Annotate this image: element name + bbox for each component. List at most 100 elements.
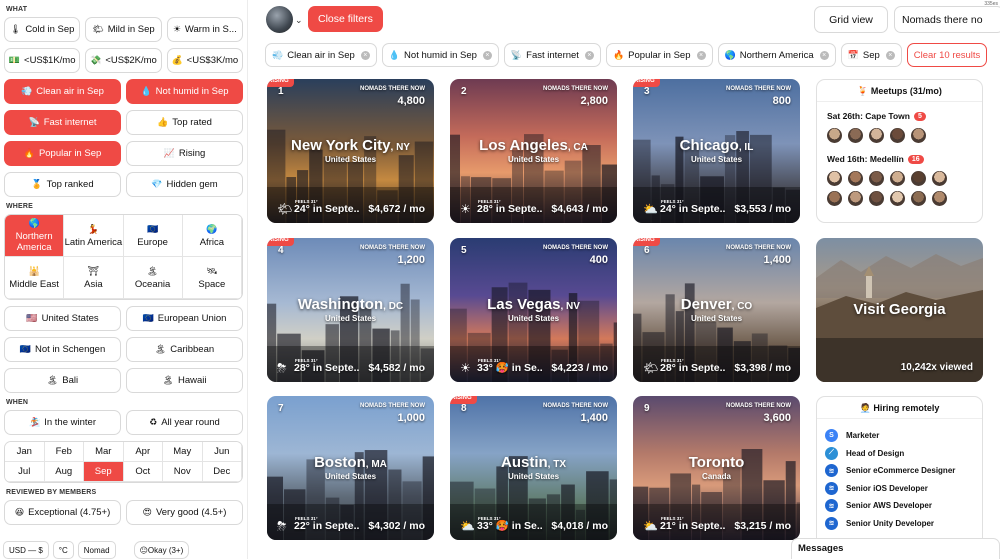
- month-mar[interactable]: Mar: [84, 442, 124, 462]
- city-card-denver[interactable]: RISING 6 NOMADS THERE NOW 1,400 Denver, CO Un…: [633, 238, 800, 382]
- region-europe[interactable]: 🇪🇺 Europe: [123, 215, 183, 257]
- job-listing[interactable]: ≋ Senior iOS Developer: [817, 480, 982, 498]
- meetup-event[interactable]: Wed 16th: Medellín 16: [817, 151, 982, 167]
- avatar[interactable]: [911, 191, 926, 206]
- filter-hidden-gem-button[interactable]: 💎 Hidden gem: [126, 172, 243, 197]
- avatar[interactable]: [911, 171, 926, 186]
- avatar[interactable]: [890, 171, 905, 186]
- filter-mild-in-sep-button[interactable]: 🌤 Mild in Sep: [85, 17, 162, 42]
- city-card-chicago[interactable]: RISING 3 NOMADS THERE NOW 800 Chicago, IL Uni…: [633, 79, 800, 223]
- filter-very-good-4-5-button[interactable]: 😍 Very good (4.5+): [126, 500, 243, 525]
- filter-bali-button[interactable]: 🏝 Bali: [4, 368, 121, 393]
- filter-fast-internet-button[interactable]: 📡 Fast internet: [4, 110, 121, 135]
- month-feb[interactable]: Feb: [44, 442, 84, 462]
- avatar[interactable]: [848, 171, 863, 186]
- filter-us-2k-mo-button[interactable]: 💸 <US$2K/mo: [85, 48, 162, 73]
- avatar[interactable]: [932, 171, 947, 186]
- job-listing[interactable]: S Marketer: [817, 427, 982, 445]
- filter-caribbean-button[interactable]: 🏝 Caribbean: [126, 337, 243, 362]
- close-icon[interactable]: ×: [584, 50, 594, 60]
- filter-chip[interactable]: 📅 Sep ×: [840, 43, 902, 67]
- role-selector[interactable]: Nomad: [77, 541, 116, 559]
- month-sep[interactable]: Sep: [84, 462, 124, 482]
- filter-cold-in-sep-button[interactable]: 🌡 Cold in Sep: [4, 17, 81, 42]
- filter-in-the-winter-button[interactable]: 🏂 In the winter: [4, 410, 121, 435]
- avatar[interactable]: [911, 128, 926, 143]
- currency-selector[interactable]: USD — $: [3, 541, 49, 559]
- city-card-austin[interactable]: RISING 8 NOMADS THERE NOW 1,400 Austin, TX Un…: [450, 396, 617, 540]
- avatar[interactable]: [890, 128, 905, 143]
- okay-filter[interactable]: 😐 Okay (3+): [133, 541, 190, 559]
- month-jul[interactable]: Jul: [5, 462, 45, 482]
- close-filters-button[interactable]: Close filters: [308, 6, 383, 32]
- filter-top-ranked-button[interactable]: 🏅 Top ranked: [4, 172, 121, 197]
- filter-exceptional-4-75-button[interactable]: 😆 Exceptional (4.75+): [4, 500, 121, 525]
- month-oct[interactable]: Oct: [123, 462, 163, 482]
- job-listing[interactable]: ≋ Senior AWS Developer: [817, 497, 982, 515]
- avatar[interactable]: [869, 128, 884, 143]
- filter-european-union-button[interactable]: 🇪🇺 European Union: [126, 306, 243, 331]
- grid-view-button[interactable]: Grid view: [814, 6, 888, 33]
- city-card-las-vegas[interactable]: 5 NOMADS THERE NOW 400 Las Vegas, NV United …: [450, 238, 617, 382]
- filter-not-in-schengen-button[interactable]: 🇪🇺 Not in Schengen: [4, 337, 121, 362]
- filter-us-3k-mo-button[interactable]: 💰 <US$3K/mo: [166, 48, 243, 73]
- meetup-event[interactable]: Sat 26th: Cape Town 5: [817, 108, 982, 124]
- city-card-new-york-city[interactable]: RISING 1 NOMADS THERE NOW 4,800 New York Cit…: [267, 79, 434, 223]
- avatar[interactable]: [848, 191, 863, 206]
- job-listing[interactable]: ⟋ Head of Design: [817, 445, 982, 463]
- month-jun[interactable]: Jun: [202, 442, 242, 462]
- region-middle-east[interactable]: 🕌 Middle East: [5, 257, 65, 299]
- clear-results-button[interactable]: Clear 10 results: [906, 43, 988, 67]
- month-aug[interactable]: Aug: [44, 462, 84, 482]
- region-space[interactable]: 🛰 Space: [182, 257, 242, 299]
- promo-card-georgia[interactable]: Visit Georgia 10,242x viewed: [816, 238, 983, 382]
- filter-not-humid-in-sep-button[interactable]: 💧 Not humid in Sep: [126, 79, 243, 104]
- region-africa[interactable]: 🌍 Africa: [182, 215, 242, 257]
- city-card-washington[interactable]: RISING 4 NOMADS THERE NOW 1,200 Washington, …: [267, 238, 434, 382]
- month-nov[interactable]: Nov: [163, 462, 203, 482]
- month-dec[interactable]: Dec: [202, 462, 242, 482]
- close-icon[interactable]: ×: [819, 50, 829, 60]
- filter-chip[interactable]: 💨 Clean air in Sep ×: [265, 43, 377, 67]
- filter-all-year-round-button[interactable]: ♻ All year round: [126, 410, 243, 435]
- job-listing[interactable]: ≋ Senior eCommerce Designer: [817, 462, 982, 480]
- avatar[interactable]: [932, 191, 947, 206]
- month-jan[interactable]: Jan: [5, 442, 45, 462]
- region-oceania[interactable]: 🏝 Oceania: [123, 257, 183, 299]
- filter-warm-in-s-button[interactable]: ☀ Warm in S...: [166, 17, 243, 42]
- city-card-toronto[interactable]: 9 NOMADS THERE NOW 3,600 Toronto Canada FEELS…: [633, 396, 800, 540]
- region-northern-america[interactable]: 🌎 Northern America: [5, 215, 65, 257]
- job-listing[interactable]: ≋ Senior Unity Developer: [817, 515, 982, 533]
- close-icon[interactable]: ×: [885, 50, 895, 60]
- filter-rising-button[interactable]: 📈 Rising: [126, 141, 243, 166]
- filter-us-1k-mo-button[interactable]: 💵 <US$1K/mo: [4, 48, 81, 73]
- filter-hawaii-button[interactable]: 🏝 Hawaii: [126, 368, 243, 393]
- filter-top-rated-button[interactable]: 👍 Top rated: [126, 110, 243, 135]
- month-may[interactable]: May: [163, 442, 203, 462]
- filter-chip[interactable]: 🌎 Northern America ×: [717, 43, 836, 67]
- avatar[interactable]: [827, 191, 842, 206]
- filter-chip[interactable]: 📡 Fast internet ×: [503, 43, 601, 67]
- chevron-down-icon[interactable]: ⌄: [295, 15, 303, 26]
- avatar[interactable]: [848, 128, 863, 143]
- month-apr[interactable]: Apr: [123, 442, 163, 462]
- sort-nomads-button[interactable]: Nomads there no: [894, 6, 1000, 33]
- region-latin-america[interactable]: 💃 Latin America: [64, 215, 124, 257]
- region-asia[interactable]: ⛩ Asia: [64, 257, 124, 299]
- avatar[interactable]: [266, 6, 293, 33]
- close-icon[interactable]: ×: [696, 50, 706, 60]
- avatar[interactable]: [890, 191, 905, 206]
- city-card-boston[interactable]: 7 NOMADS THERE NOW 1,000 Boston, MA United S…: [267, 396, 434, 540]
- avatar[interactable]: [827, 128, 842, 143]
- unit-selector[interactable]: °C: [52, 541, 74, 559]
- city-card-los-angeles[interactable]: 2 NOMADS THERE NOW 2,800 Los Angeles, CA Uni…: [450, 79, 617, 223]
- avatar[interactable]: [869, 191, 884, 206]
- filter-clean-air-in-sep-button[interactable]: 💨 Clean air in Sep: [4, 79, 121, 104]
- filter-popular-in-sep-button[interactable]: 🔥 Popular in Sep: [4, 141, 121, 166]
- close-icon[interactable]: ×: [360, 50, 370, 60]
- avatar[interactable]: [827, 171, 842, 186]
- filter-united-states-button[interactable]: 🇺🇸 United States: [4, 306, 121, 331]
- messages-bar[interactable]: Messages: [791, 538, 1000, 559]
- avatar[interactable]: [869, 171, 884, 186]
- close-icon[interactable]: ×: [482, 50, 492, 60]
